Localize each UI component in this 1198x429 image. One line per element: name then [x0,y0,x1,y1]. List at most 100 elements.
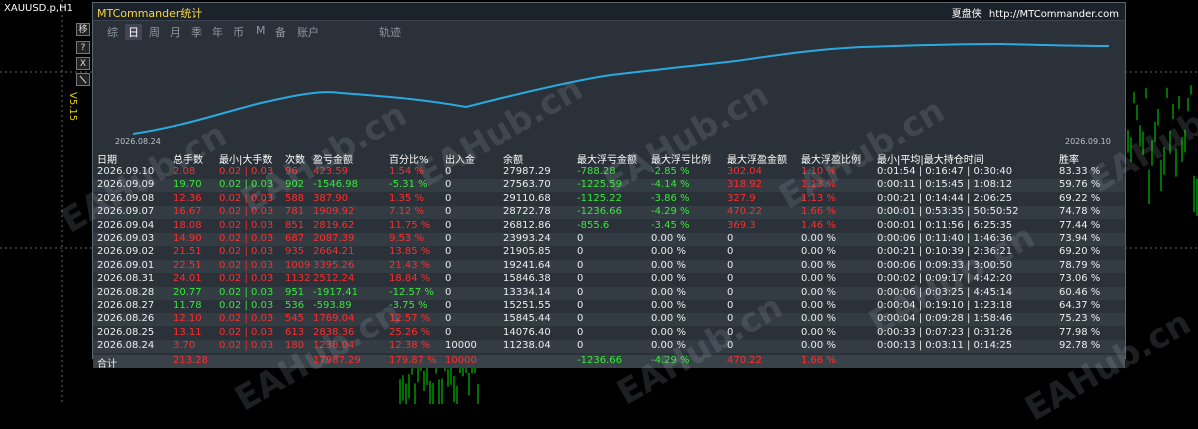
column-header[interactable]: 最小|大手数 [219,151,272,166]
tab-m[interactable]: M [256,24,266,37]
cell-pnl: -1546.98 [313,179,358,191]
tab-week[interactable]: 周 [149,24,160,40]
cell-maxprofit: 302.04 [727,166,762,177]
table-row: 2026.09.09 19.70 0.02 | 0.03 902 -1546.98 -5.… [93,179,1125,193]
column-header[interactable]: 百分比% [389,151,429,166]
cell-maxprofitpct: 0.00 % [801,246,836,258]
cell-maxloss: 0 [577,300,584,311]
cell-flow: 0 [445,233,452,244]
cell-balance: 29110.68 [503,192,551,204]
cell-win: 64.37 % [1059,300,1101,311]
tab-month[interactable]: 月 [170,24,181,40]
cell-maxprofit: 0 [727,286,734,298]
close-button[interactable]: X [76,57,90,70]
column-header[interactable]: 胜率 [1059,151,1079,166]
cell-lots: 24.01 [173,273,202,285]
cell-maxloss: 0 [577,340,584,352]
cell-hold: 0:00:21 | 0:10:39 | 2:36:21 [877,246,1013,258]
tab-quarter[interactable]: 季 [191,24,202,40]
cell-pct: 1.35 % [389,192,424,204]
cell-maxprofitpct: 1.10 % [801,166,836,177]
table-row: 2026.09.03 14.90 0.02 | 0.03 687 2087.39 9.53… [93,233,1125,246]
cell-maxlosspct: 0.00 % [651,286,686,298]
column-header[interactable]: 最大浮盈金额 [727,151,787,166]
cell-maxlosspct: -2.85 % [651,166,690,177]
cell-balance: 21905.85 [503,246,551,258]
tab-overview[interactable]: 综 [107,24,118,40]
move-button[interactable]: 移 [76,23,90,36]
help-button[interactable]: ? [76,41,90,54]
cell-maxprofit: 318.92 [727,179,762,191]
cell-win: 74.78 % [1059,206,1101,218]
cell-flow: 0 [445,259,452,271]
cell-maxlosspct: 0.00 % [651,340,686,352]
column-header[interactable]: 最大浮亏比例 [651,151,711,166]
resize-icon[interactable] [76,73,90,86]
table-row: 2026.08.24 3.70 0.02 | 0.03 180 1238.04 12.38… [93,340,1125,354]
tab-notes[interactable]: 备 [275,24,286,40]
cell-balance: 15845.44 [503,313,551,325]
cell-lots: 20.77 [173,286,202,298]
column-header[interactable]: 余额 [503,151,523,166]
cell-maxprofit: 369.3 [727,219,756,231]
cell-maxlosspct: 0.00 % [651,273,686,285]
cell-maxprofit: 0 [727,340,734,352]
tab-currency[interactable]: 币 [233,24,244,40]
column-header[interactable]: 最大浮亏金额 [577,151,637,166]
column-header[interactable]: 盈亏金额 [313,151,353,166]
total-pnl: 17987.29 [313,354,361,366]
cell-pnl: 2819.62 [313,219,355,231]
balance-curve: 2026.08.24 2026.09.10 [101,41,1117,146]
column-header[interactable]: 最大浮盈比例 [801,151,861,166]
cell-win: 92.78 % [1059,340,1101,352]
table-row: 2026.08.28 20.77 0.02 | 0.03 951 -1917.41 -12… [93,286,1125,300]
cell-win: 77.98 % [1059,326,1101,338]
cell-maxprofit: 0 [727,313,734,325]
cell-count: 1132 [285,273,311,285]
column-header[interactable]: 出入金 [445,151,475,166]
brand: 夏盘侠 http://MTCommander.com [952,5,1119,20]
tab-day[interactable]: 日 [125,24,142,40]
cell-pnl: 3395.26 [313,259,355,271]
cell-pnl: -1917.41 [313,286,358,298]
cell-maxprofitpct: 0.00 % [801,233,836,244]
tab-year[interactable]: 年 [212,24,223,40]
cell-flow: 0 [445,246,452,258]
cell-hold: 0:00:06 | 0:03:25 | 4:45:14 [877,286,1013,298]
column-header[interactable]: 最小|平均|最大持仓时间 [877,151,984,166]
cell-pnl: 2838.36 [313,326,355,338]
column-header[interactable]: 次数 [285,151,305,166]
curve-start-date: 2026.08.24 [115,137,161,146]
cell-hold: 0:00:06 | 0:09:33 | 3:00:50 [877,259,1013,271]
total-maxprofit: 470.22 [727,354,762,366]
tab-track[interactable]: 轨迹 [379,24,401,40]
cell-date: 2026.09.01 [97,259,155,271]
cell-lots: 19.70 [173,179,202,191]
cell-maxprofitpct: 0.00 % [801,273,836,285]
cell-maxprofit: 327.9 [727,192,756,204]
cell-maxprofitpct: 0.00 % [801,313,836,325]
cell-win: 77.44 % [1059,219,1101,231]
cell-pnl: 2664.21 [313,246,355,258]
cell-date: 2026.09.04 [97,219,155,231]
cell-date: 2026.08.25 [97,326,155,338]
cell-date: 2026.09.09 [97,179,155,191]
cell-maxprofit: 0 [727,259,734,271]
cell-win: 75.23 % [1059,313,1101,325]
cell-count: 588 [285,192,305,204]
cell-date: 2026.08.31 [97,273,155,285]
cell-lots: 18.08 [173,219,202,231]
column-header[interactable]: 总手数 [173,151,203,166]
cell-win: 78.79 % [1059,259,1101,271]
cell-minmax: 0.02 | 0.03 [219,166,274,177]
cell-hold: 0:00:02 | 0:09:17 | 4:42:20 [877,273,1013,285]
total-flow: 10000 [445,354,477,366]
tab-account[interactable]: 账户 [297,24,319,40]
total-label: 合计 [97,358,117,370]
column-header[interactable]: 日期 [97,151,117,166]
cell-lots: 12.10 [173,313,202,325]
cell-maxlosspct: -3.86 % [651,192,690,204]
brand-url[interactable]: http://MTCommander.com [989,9,1119,20]
cell-maxprofitpct: 0.00 % [801,259,836,271]
cell-maxloss: 0 [577,259,584,271]
